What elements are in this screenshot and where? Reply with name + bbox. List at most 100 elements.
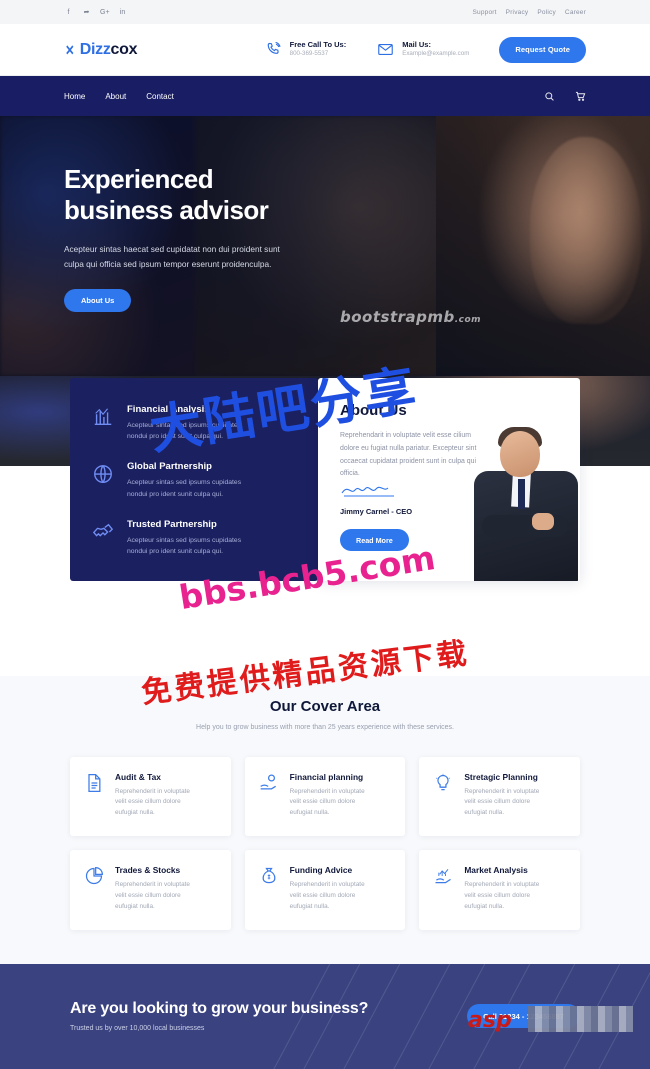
service-desc-line2: velit essie cillum dolore [289, 798, 356, 806]
service-desc: Reprehenderit in voluptate velit essie c… [290, 880, 365, 913]
service-card[interactable]: Funding Advice Reprehenderit in voluptat… [244, 850, 406, 930]
contact-phone-text: Free Call To Us: 800-369-5537 [290, 40, 347, 58]
bar-chart-icon [92, 404, 114, 442]
service-desc-line3: eufugiat nulla. [289, 809, 330, 817]
service-card[interactable]: Audit & Tax Reprehenderit in voluptate v… [70, 756, 231, 837]
feature-desc-line2: nondui pro ident sunit culpa qui. [127, 548, 223, 556]
document-icon [84, 772, 104, 820]
feature-item[interactable]: Trusted Partnership Acepteur sintas sed … [92, 519, 296, 557]
service-desc: Reprehenderit in voluptate velit essie c… [290, 787, 365, 820]
hero-title: Experienced business advisor [64, 164, 586, 226]
service-desc-line2: velit essie cillum dolore [115, 798, 181, 806]
service-title: Trades & Stocks [115, 865, 181, 876]
header-contacts: Free Call To Us: 800-369-5537 Mail Us: E… [264, 40, 469, 59]
logo-text-first: Dizz [79, 40, 111, 58]
top-bar: f ➦ G+ in Support Privacy Policy Career [0, 0, 650, 24]
cart-icon[interactable] [575, 91, 586, 102]
search-icon[interactable] [544, 91, 555, 102]
handshake-icon [92, 519, 114, 557]
services-subtitle: Help you to grow business with more than… [196, 724, 454, 731]
service-desc-line1: Reprehenderit in voluptate [115, 787, 190, 795]
contact-mail-label: Mail Us: [402, 40, 431, 50]
hero-about-us-button[interactable]: About Us [64, 289, 132, 313]
logo[interactable]: ✕ Dizzcox [64, 41, 137, 59]
signature-icon [340, 484, 402, 501]
service-desc-line1: Reprehenderit in voluptate [115, 881, 190, 889]
service-card[interactable]: Trades & Stocks Reprehenderit in volupta… [70, 850, 231, 930]
site-header: ✕ Dizzcox Free Call To Us: 800-369-5537 [0, 24, 650, 76]
service-desc-line2: velit essie cillum dolore [115, 892, 181, 900]
service-desc-line1: Reprehenderit in voluptate [289, 787, 365, 795]
logo-text-second: cox [110, 40, 138, 58]
services-section: Our Cover Area Help you to grow business… [0, 676, 650, 964]
money-bag-icon [259, 865, 279, 913]
hero-title-line2: business advisor [64, 195, 269, 226]
cta-section: Are you looking to grow your business? T… [0, 963, 650, 1069]
top-link-privacy[interactable]: Privacy [506, 9, 529, 16]
cta-call-button[interactable]: Call 01234 - 123456887 [467, 1004, 580, 1029]
contact-phone-value: 800-369-5537 [289, 50, 329, 58]
social-links: f ➦ G+ in [64, 9, 127, 16]
service-desc: Reprehenderit in voluptate velit essie c… [464, 787, 539, 820]
service-desc-line1: Reprehenderit in voluptate [464, 787, 540, 795]
service-card[interactable]: Financial planning Reprehenderit in volu… [244, 756, 406, 837]
ceo-photo [468, 423, 580, 582]
feature-desc-line1: Acepteur sintas sed ipsums cupidates [127, 536, 242, 544]
feature-item[interactable]: Financial Analysis Acepteur sintas sed i… [92, 404, 296, 442]
hero-paragraph-line1: Acepteur sintas haecat sed cupidatat non… [64, 244, 280, 255]
about-read-more-button[interactable]: Read More [340, 529, 409, 552]
hero-title-line1: Experienced [64, 164, 214, 194]
service-title: Market Analysis [464, 865, 528, 876]
facebook-icon[interactable]: f [64, 9, 73, 16]
linkedin-icon[interactable]: in [118, 9, 127, 16]
main-nav: Home About Contact [0, 76, 650, 116]
logo-x-icon: ✕ [65, 41, 75, 58]
feature-desc-line1: Acepteur sintas sed ipsums cupidates [127, 479, 242, 487]
cta-title: Are you looking to grow your business? [70, 1000, 369, 1018]
twitter-icon[interactable]: ➦ [82, 9, 91, 16]
envelope-icon [376, 40, 395, 59]
service-desc-line3: eufugiat nulla. [115, 903, 155, 911]
contact-mail[interactable]: Mail Us: Example@example.com [376, 40, 469, 59]
feature-desc-line2: nondui pro ident sunit culpa qui. [127, 433, 223, 441]
google-plus-icon[interactable]: G+ [100, 9, 110, 16]
features-panel: Financial Analysis Acepteur sintas sed i… [70, 378, 318, 582]
hero-paragraph: Acepteur sintas haecat sed cupidatat non… [64, 242, 326, 271]
service-desc-line3: eufugiat nulla. [289, 903, 330, 911]
contact-phone[interactable]: Free Call To Us: 800-369-5537 [264, 40, 347, 59]
logo-text: Dizzcox [79, 40, 138, 59]
top-link-policy[interactable]: Policy [537, 9, 556, 16]
hero-section: Experienced business advisor Acepteur si… [0, 116, 650, 376]
feature-desc-line1: Acepteur sintas sed ipsums cupidates [127, 422, 242, 429]
about-title: About Us [340, 402, 407, 419]
globe-icon [92, 461, 114, 499]
services-grid: Audit & Tax Reprehenderit in voluptate v… [0, 756, 650, 930]
chart-hand-icon [433, 865, 453, 913]
service-desc-line3: eufugiat nulla. [464, 809, 505, 817]
feature-title: Trusted Partnership [127, 518, 217, 530]
service-desc: Reprehenderit in voluptate velit essie c… [464, 880, 539, 913]
service-desc-line3: eufugiat nulla. [115, 809, 155, 817]
nav-item-home[interactable]: Home [64, 92, 85, 101]
service-title: Audit & Tax [115, 771, 161, 782]
top-link-support[interactable]: Support [472, 9, 496, 16]
contact-mail-value: Example@example.com [402, 50, 470, 58]
service-card[interactable]: Stretagic Planning Reprehenderit in volu… [419, 756, 580, 837]
nav-item-contact[interactable]: Contact [146, 92, 174, 101]
feature-desc: Acepteur sintas sed ipsums cupidates non… [127, 535, 241, 557]
nav-item-about[interactable]: About [105, 92, 126, 101]
service-desc: Reprehenderit in voluptate velit essie c… [115, 787, 190, 820]
services-title: Our Cover Area [269, 698, 381, 715]
coin-hand-icon [259, 772, 279, 820]
mid-section: Financial Analysis Acepteur sintas sed i… [0, 376, 650, 676]
feature-item[interactable]: Global Partnership Acepteur sintas sed i… [92, 461, 296, 499]
feature-title: Global Partnership [127, 461, 212, 473]
feature-desc-line2: nondui pro ident sunit culpa qui. [127, 490, 223, 498]
bulb-icon [433, 772, 453, 820]
service-card[interactable]: Market Analysis Reprehenderit in volupta… [419, 850, 580, 930]
top-links: Support Privacy Policy Career [472, 9, 586, 16]
service-desc: Reprehenderit in voluptate velit essie c… [115, 880, 190, 913]
top-link-career[interactable]: Career [565, 9, 586, 16]
service-desc-line2: velit essie cillum dolore [464, 892, 531, 900]
request-quote-button[interactable]: Request Quote [499, 36, 586, 63]
